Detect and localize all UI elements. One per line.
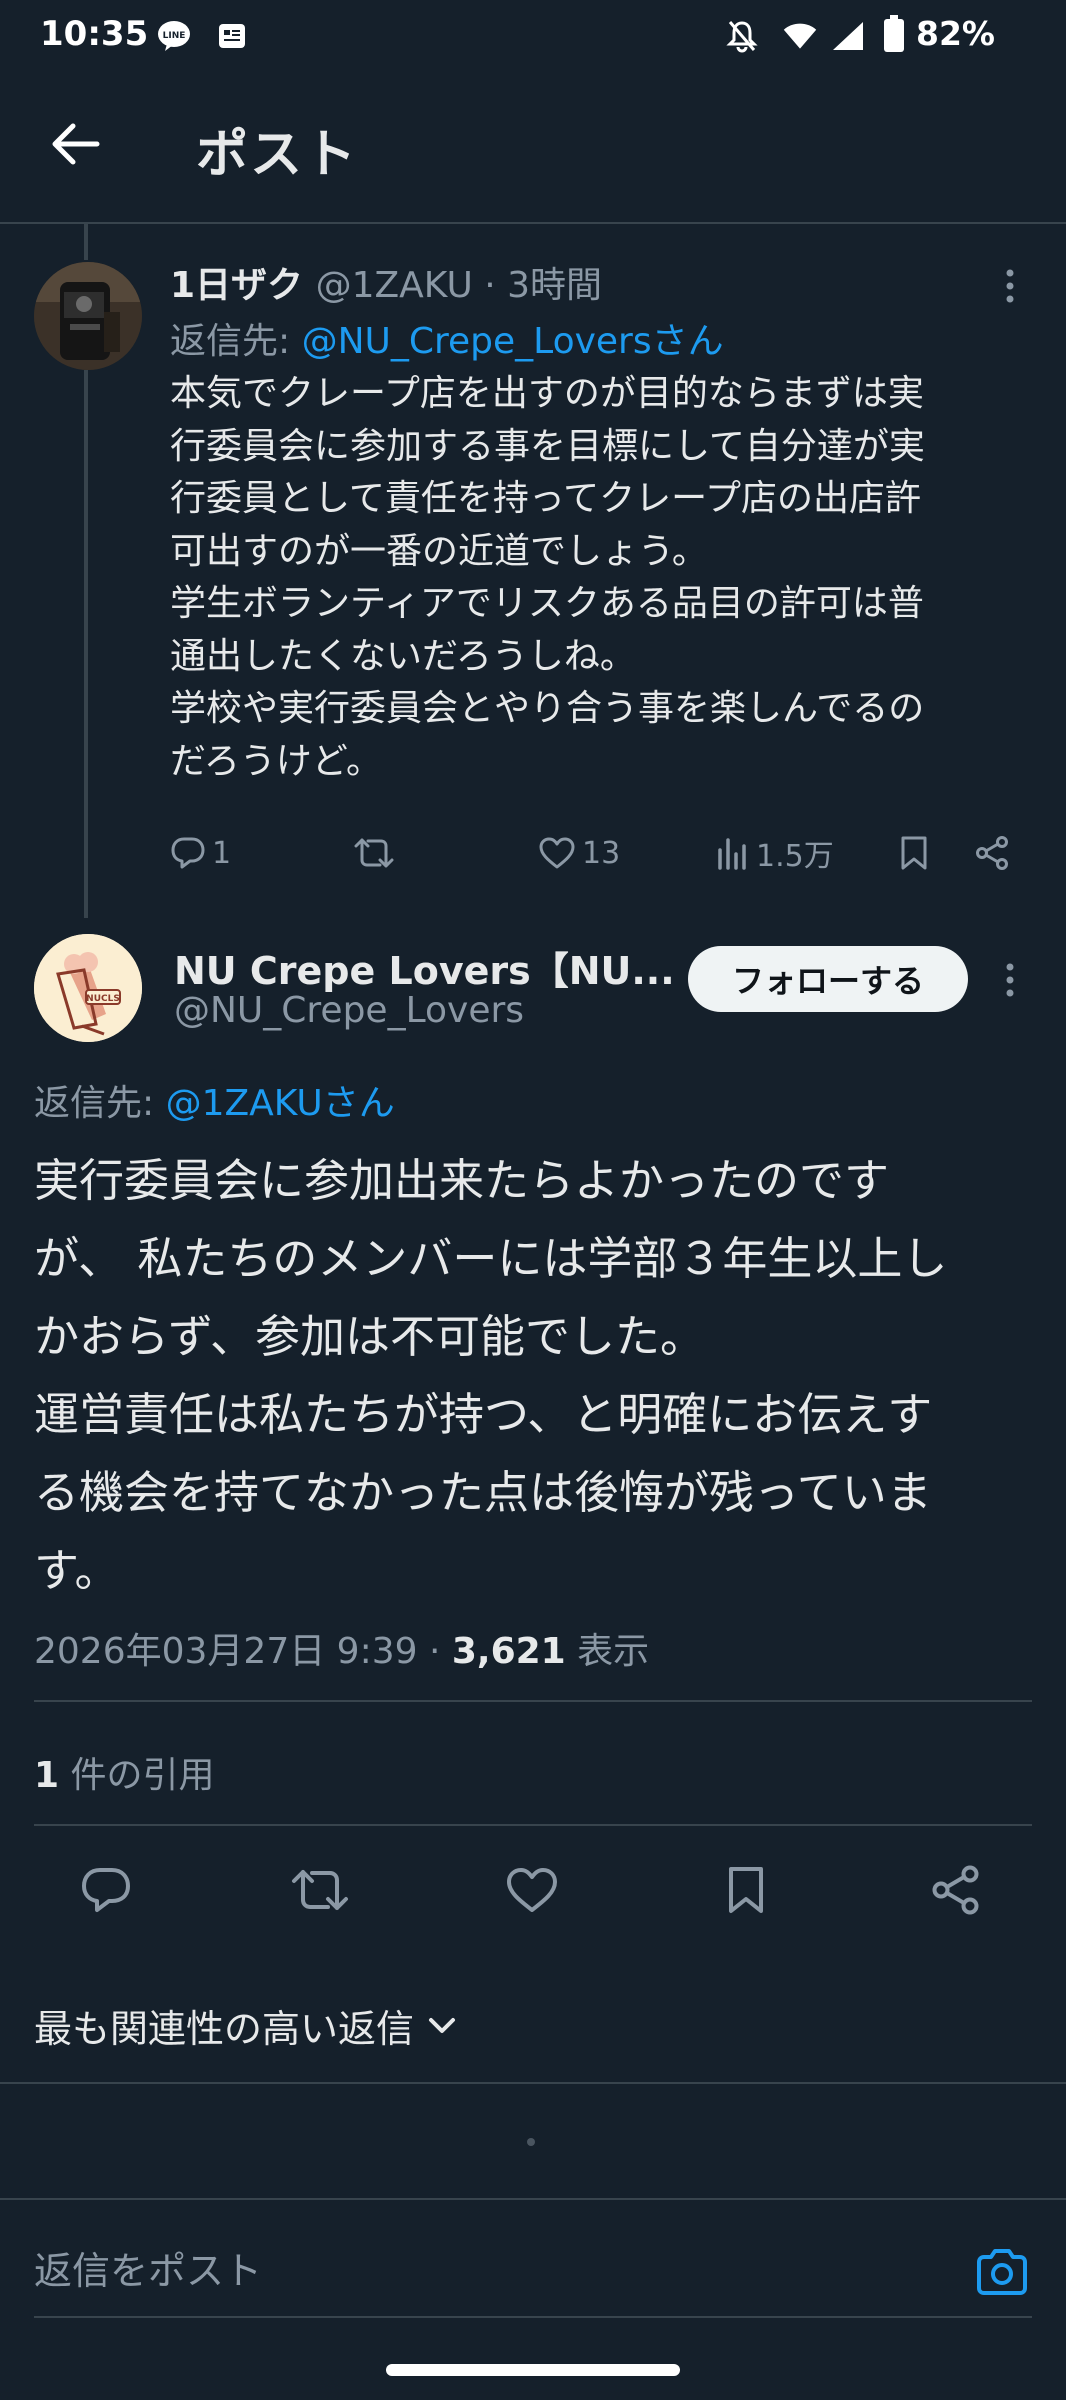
reply-compose-input[interactable]: 返信をポスト xyxy=(34,2240,262,2295)
main-reply-to-prefix: 返信先: xyxy=(34,1083,166,1124)
reply-like-button[interactable]: 13 xyxy=(538,828,620,878)
repost-icon xyxy=(292,1870,348,1910)
main-view-label: 表示 xyxy=(565,1631,650,1672)
bookmark-icon xyxy=(729,1867,763,1913)
main-reply-to-line: 返信先: @1ZAKUさん xyxy=(34,1074,395,1126)
camera-button[interactable] xyxy=(970,2240,1034,2304)
reply-author-handle: @1ZAKU · 3時間 xyxy=(315,265,603,306)
battery-icon xyxy=(876,15,912,52)
back-button[interactable] xyxy=(44,112,108,176)
avatar-label: NUCLS xyxy=(86,994,120,1004)
view-count: 1.5万 xyxy=(756,839,834,874)
divider xyxy=(0,2082,1066,2084)
main-reply-button[interactable] xyxy=(74,1858,138,1922)
repost-icon xyxy=(354,838,394,868)
share-icon xyxy=(932,1865,979,1915)
main-repost-button[interactable] xyxy=(288,1858,352,1922)
line-app-icon: LINE xyxy=(156,18,192,54)
divider xyxy=(0,2198,1066,2200)
sort-label: 最も関連性の高い返信 xyxy=(34,2007,415,2051)
avatar[interactable] xyxy=(34,262,142,370)
more-vertical-icon xyxy=(1006,269,1014,303)
header-divider xyxy=(0,222,1066,224)
reply-share-button[interactable] xyxy=(974,828,1010,878)
wifi-icon xyxy=(782,18,818,54)
share-icon xyxy=(976,836,1008,870)
main-meta: 2026年03月27日 9:39 · 3,621 表示 xyxy=(34,1622,649,1674)
main-body: 実行委員会に参加出来たらよかったのです が、 私たちのメンバーには学部３年生以上… xyxy=(34,1154,948,1597)
thread-line xyxy=(84,370,88,918)
main-share-button[interactable] xyxy=(924,1858,988,1922)
reply-author[interactable]: 1日ザク @1ZAKU · 3時間 xyxy=(170,256,602,308)
heart-icon xyxy=(507,1868,557,1912)
reply-author-name: 1日ザク xyxy=(170,265,304,306)
main-like-button[interactable] xyxy=(500,1858,564,1922)
news-app-icon xyxy=(214,18,250,54)
quotes-link[interactable]: 1 件の引用 xyxy=(34,1746,215,1798)
reply-body: 本気でクレープ店を出すのが目的ならまずは実 行委員会に参加する事を目標にして自分… xyxy=(170,373,925,782)
divider xyxy=(34,1700,1032,1702)
divider xyxy=(34,2316,1032,2318)
heart-icon xyxy=(539,837,575,869)
quote-label: 件の引用 xyxy=(59,1755,215,1796)
main-author-handle[interactable]: @NU_Crepe_Lovers xyxy=(174,990,524,1031)
status-time: 10:35 xyxy=(40,14,149,54)
main-avatar[interactable]: NUCLS xyxy=(34,934,142,1042)
main-more-button[interactable] xyxy=(990,956,1030,1004)
signal-icon xyxy=(830,18,866,54)
more-vertical-icon xyxy=(1006,963,1014,997)
reply-to-prefix: 返信先: xyxy=(170,321,302,362)
comment-icon xyxy=(82,1868,130,1912)
reply-to-line: 返信先: @NU_Crepe_Loversさん xyxy=(170,312,724,364)
chevron-down-icon xyxy=(429,2017,456,2033)
mute-bell-icon xyxy=(724,18,760,54)
reply-to-link[interactable]: @NU_Crepe_Loversさん xyxy=(302,321,724,362)
reply-bookmark-button[interactable] xyxy=(898,828,930,878)
like-count: 13 xyxy=(582,835,621,871)
reply-views-button[interactable]: 1.5万 xyxy=(716,828,834,878)
loading-indicator xyxy=(527,2138,535,2146)
page-title: ポスト xyxy=(196,125,359,185)
divider xyxy=(34,1824,1032,1826)
reply-repost-button[interactable] xyxy=(354,828,394,878)
battery-percent: 82% xyxy=(916,14,995,53)
back-arrow-icon xyxy=(52,123,100,165)
analytics-icon xyxy=(718,838,746,870)
main-datetime[interactable]: 2026年03月27日 9:39 · xyxy=(34,1631,452,1672)
reply-comment-button[interactable]: 1 xyxy=(170,828,231,878)
main-bookmark-button[interactable] xyxy=(714,1858,778,1922)
status-bar: 10:35 LINE 82% xyxy=(0,0,1066,72)
main-reply-to-link[interactable]: @1ZAKUさん xyxy=(166,1083,395,1124)
main-view-count: 3,621 xyxy=(451,1631,566,1672)
reply-count: 1 xyxy=(212,835,232,871)
bookmark-icon xyxy=(901,836,927,870)
reply-more-button[interactable] xyxy=(990,262,1030,310)
quote-count: 1 xyxy=(34,1755,60,1796)
thread-line-top xyxy=(84,222,88,260)
home-indicator[interactable] xyxy=(386,2364,680,2376)
follow-button[interactable]: フォローする xyxy=(688,946,968,1012)
comment-icon xyxy=(171,837,205,869)
reply-sort-dropdown[interactable]: 最も関連性の高い返信 xyxy=(34,1998,456,2053)
main-author-name[interactable]: NU Crepe Lovers【NU... xyxy=(174,940,675,995)
svg-text:LINE: LINE xyxy=(163,31,186,41)
camera-icon xyxy=(977,2249,1027,2295)
